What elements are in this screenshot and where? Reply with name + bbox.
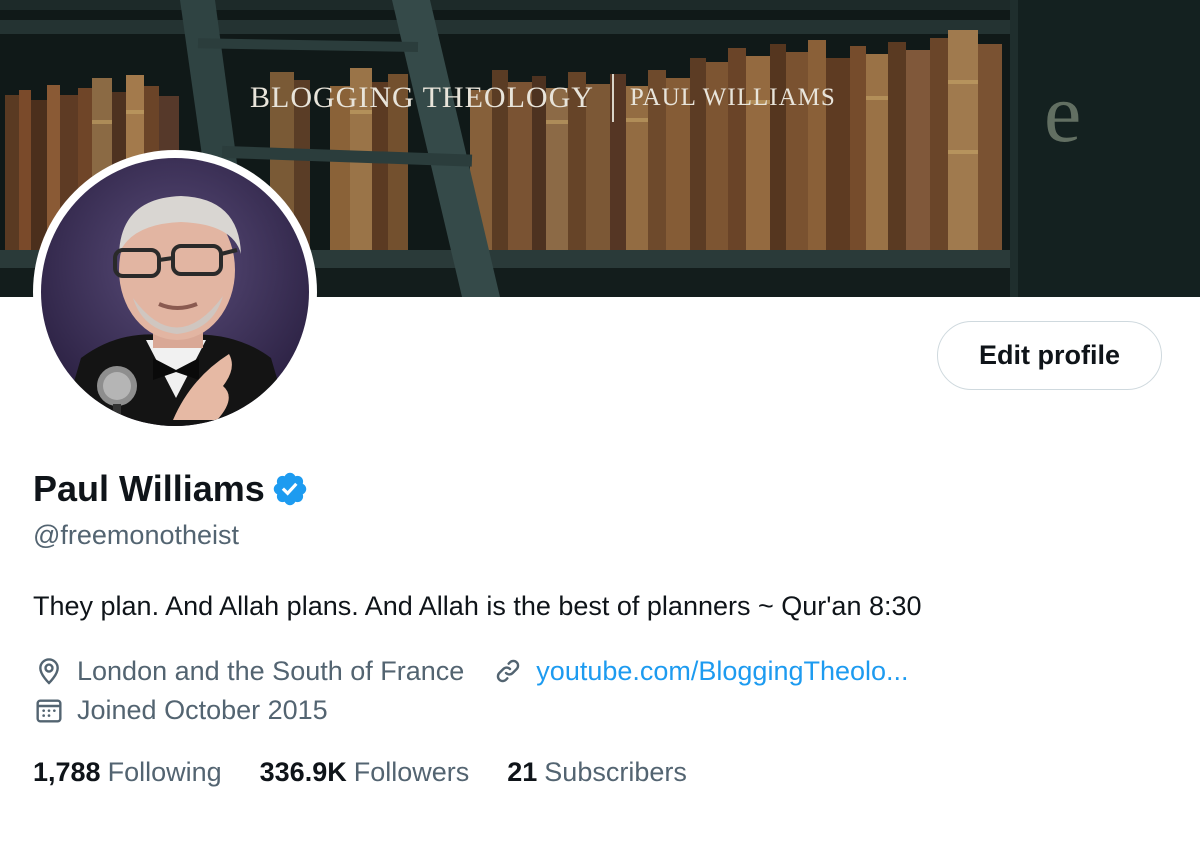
- followers-count: 336.9K: [259, 757, 347, 787]
- following-stat[interactable]: 1,788 Following: [33, 757, 222, 788]
- calendar-icon: [36, 699, 62, 723]
- banner-title-sub: PAUL WILLIAMS: [629, 84, 836, 111]
- profile-stats: 1,788 Following 336.9K Followers 21 Subscri…: [33, 757, 725, 788]
- link-icon: [497, 659, 520, 683]
- followers-stat[interactable]: 336.9K Followers: [260, 757, 470, 788]
- banner-title-main: BLOGGING THEOLOGY: [250, 81, 594, 114]
- banner-title: BLOGGING THEOLOGY PAUL WILLIAMS: [250, 74, 836, 122]
- location-pin-icon: [39, 658, 59, 685]
- avatar-photo: [41, 158, 309, 426]
- subscribers-label: Subscribers: [544, 757, 687, 787]
- following-label: Following: [107, 757, 222, 787]
- profile-location: London and the South of France: [77, 655, 465, 686]
- profile-name: Paul Williams: [33, 468, 265, 509]
- banner-corner-letter: e: [1044, 67, 1082, 160]
- profile-meta-row: London and the South of France youtube.c…: [33, 655, 909, 687]
- name-row: Paul Williams: [33, 466, 309, 512]
- profile-joined-row: Joined October 2015: [33, 694, 328, 726]
- profile-website-link[interactable]: youtube.com/BloggingTheolo...: [536, 656, 908, 687]
- edit-profile-button[interactable]: Edit profile: [937, 321, 1162, 390]
- profile-bio: They plan. And Allah plans. And Allah is…: [33, 591, 922, 621]
- following-count: 1,788: [33, 757, 101, 787]
- banner-title-divider: [611, 74, 614, 122]
- profile-joined-date: Joined October 2015: [77, 694, 328, 725]
- subscribers-stat[interactable]: 21 Subscribers: [507, 757, 687, 788]
- subscribers-count: 21: [507, 757, 538, 787]
- verified-badge-icon[interactable]: [271, 470, 309, 508]
- profile-avatar[interactable]: [33, 150, 317, 434]
- followers-label: Followers: [353, 757, 470, 787]
- profile-handle: @freemonotheist: [33, 520, 240, 550]
